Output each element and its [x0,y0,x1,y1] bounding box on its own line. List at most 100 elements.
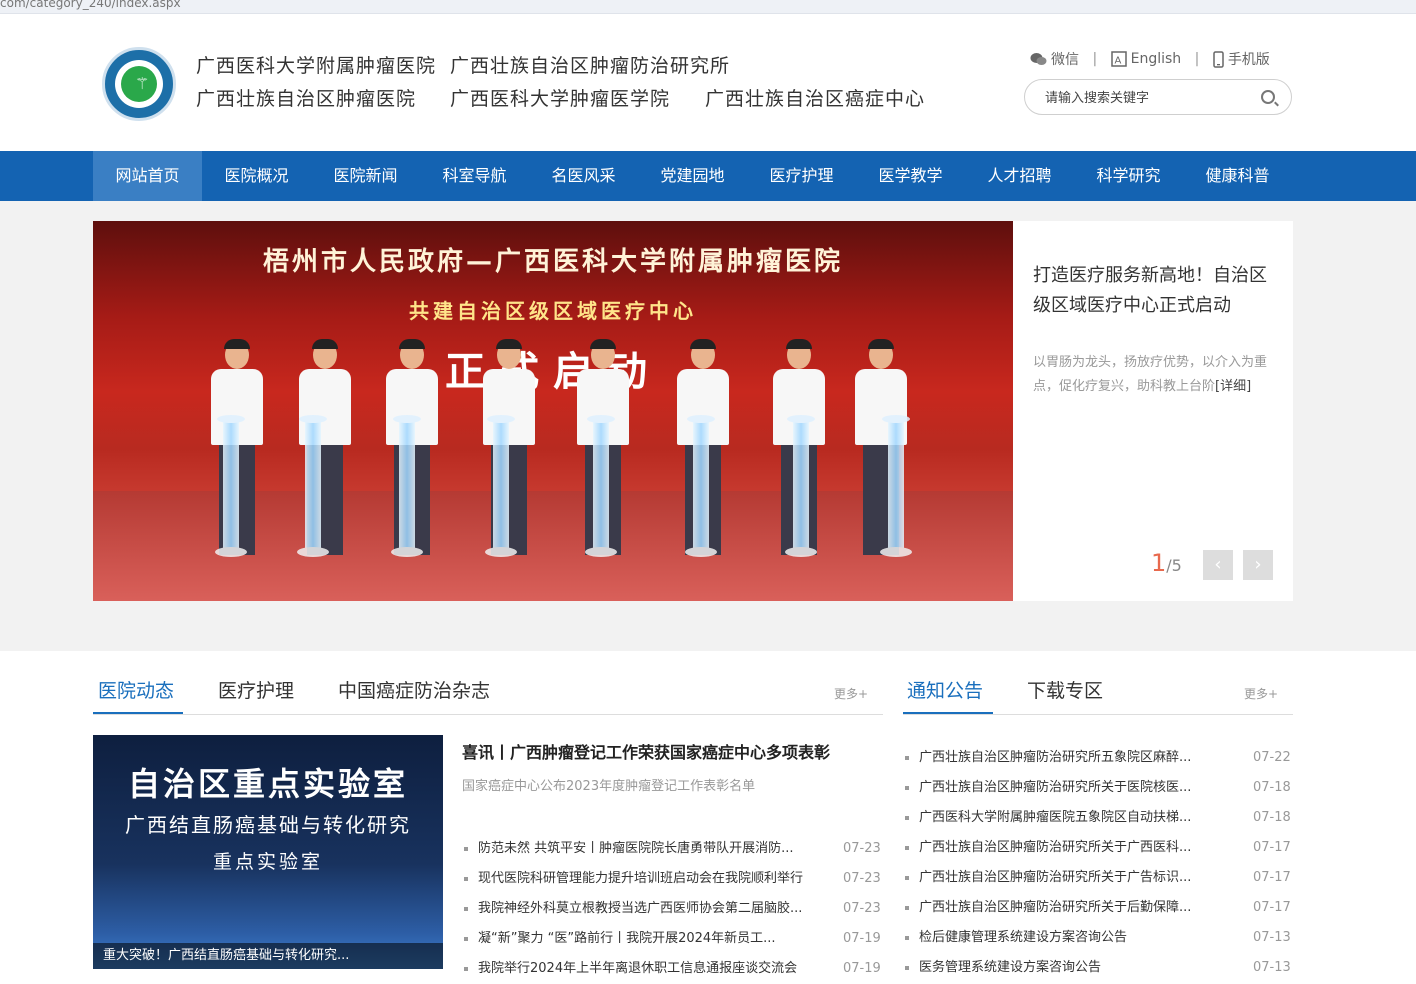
launch-pillar [785,415,817,557]
notice-more-link[interactable]: 更多+ [1244,685,1278,702]
launch-pillar [391,415,423,557]
nav-party[interactable]: 党建园地 [638,151,747,201]
slide-total: /5 [1166,556,1182,575]
tab-medical-care[interactable]: 医疗护理 [218,676,294,703]
nav-teaching[interactable]: 医学教学 [856,151,965,201]
header-tools: 微信 | A English | 手机版 [1030,49,1270,69]
active-tab-underline [903,712,993,714]
next-arrow-icon[interactable]: › [1243,550,1273,580]
notice-divider [903,714,1293,715]
mobile-link[interactable]: 手机版 [1213,49,1270,69]
launch-pillar [485,415,517,557]
tab-downloads[interactable]: 下载专区 [1027,676,1103,703]
translate-icon: A [1110,51,1127,67]
nav-health[interactable]: 健康科普 [1183,151,1292,201]
nav-recruit[interactable]: 人才招聘 [965,151,1074,201]
nav-home[interactable]: 网站首页 [93,151,202,201]
divider: | [1092,51,1098,67]
name-cancer-center: 广西壮族自治区癌症中心 [705,88,926,110]
list-item[interactable]: 检后健康管理系统建设方案咨询公告 07-13 [905,923,1295,953]
nav-care[interactable]: 医疗护理 [747,151,856,201]
list-item[interactable]: 广西壮族自治区肿瘤防治研究所关于医院核医... 07-18 [905,773,1295,803]
name-institute: 广西壮族自治区肿瘤防治研究所 [450,55,731,77]
list-item[interactable]: 我院神经外科莫立根教授当选广西医师协会第二届脑胶... 07-23 [464,894,884,924]
search-icon[interactable] [1261,90,1275,104]
logo-emblem: ⚚ [121,66,157,102]
slide-description: 以胃肠为龙头，扬放疗优势，以介入为重点，促化疗复兴，助科教上台阶[详细] [1033,351,1273,399]
list-item[interactable]: 凝“新”聚力 “医”路前行丨我院开展2024年新员工... 07-19 [464,924,884,954]
search-input[interactable] [1045,88,1245,108]
bullet [905,846,909,850]
nav-departments[interactable]: 科室导航 [420,151,529,201]
nav-research[interactable]: 科学研究 [1074,151,1183,201]
feature-caption[interactable]: 重大突破！广西结直肠癌基础与转化研究... [93,943,443,969]
wechat-icon [1030,53,1047,65]
name-tumor-hospital: 广西壮族自治区肿瘤医院 [196,88,417,110]
english-link[interactable]: A English [1110,51,1181,67]
list-item[interactable]: 广西壮族自治区肿瘤防治研究所关于广西医科... 07-17 [905,833,1295,863]
list-item[interactable]: 现代医院科研管理能力提升培训班启动会在我院顺利举行 07-23 [464,864,884,894]
tab-hospital-news[interactable]: 医院动态 [98,676,174,703]
active-tab-underline [93,712,183,714]
divider: | [1194,51,1200,67]
name-hospital: 广西医科大学附属肿瘤医院 [196,55,437,77]
tab-notices[interactable]: 通知公告 [907,676,983,703]
news-feature-image[interactable]: 自治区重点实验室 广西结直肠癌基础与转化研究 重点实验室 重大突破！广西结直肠癌… [93,735,443,969]
bullet [464,907,468,911]
phone-icon [1213,50,1224,68]
news-more-link[interactable]: 更多+ [834,685,868,702]
slider-image[interactable]: 梧州市人民政府—广西医科大学附属肿瘤医院 共建自治区级区域医疗中心 正式启动 [93,221,1013,601]
main-nav: 网站首页 医院概况 医院新闻 科室导航 名医风采 党建园地 医疗护理 医学教学 … [0,151,1416,201]
list-item[interactable]: 广西壮族自治区肿瘤防治研究所关于后勤保障... 07-17 [905,893,1295,923]
bullet [464,967,468,971]
feature-line3: 重点实验室 [212,851,323,873]
hospital-logo[interactable]: ⚚ [102,47,176,121]
nav-news[interactable]: 医院新闻 [311,151,420,201]
nav-about[interactable]: 医院概况 [202,151,311,201]
mobile-label: 手机版 [1227,52,1270,68]
list-item[interactable]: 广西壮族自治区肿瘤防治研究所关于广告标识... 07-17 [905,863,1295,893]
bullet [905,906,909,910]
slide-current: 1 [1151,549,1167,577]
launch-pillar [880,415,912,557]
wechat-link[interactable]: 微信 [1030,49,1079,69]
svg-text:A: A [1114,56,1121,67]
bullet [905,756,909,760]
slide-title[interactable]: 打造医疗服务新高地！自治区级区域医疗中心正式启动 [1033,261,1278,321]
browser-url-bar[interactable]: com/category_240/index.aspx [0,0,1416,14]
bullet [905,966,909,970]
bullet [464,847,468,851]
feature-line1: 自治区重点实验室 [127,765,408,803]
tab-journal[interactable]: 中国癌症防治杂志 [338,676,490,703]
nav-doctors[interactable]: 名医风采 [529,151,638,201]
bullet [905,786,909,790]
prev-arrow-icon[interactable]: ‹ [1203,550,1233,580]
bullet [464,877,468,881]
bullet [905,816,909,820]
bullet [464,937,468,941]
slide-line2: 共建自治区级区域医疗中心 [409,299,697,323]
wechat-label: 微信 [1051,52,1079,68]
url-text: com/category_240/index.aspx [0,0,181,10]
list-item[interactable]: 广西医科大学附属肿瘤医院五象院区自动扶梯... 07-18 [905,803,1295,833]
tree-icon: ⚚ [135,74,150,93]
slider-caption-panel: 打造医疗服务新高地！自治区级区域医疗中心正式启动 以胃肠为龙头，扬放疗优势，以介… [1013,221,1293,601]
bullet [905,936,909,940]
launch-pillar [585,415,617,557]
list-item[interactable]: 我院举行2024年上半年离退休职工信息通报座谈交流会 07-19 [464,954,884,984]
bullet [905,876,909,880]
news-divider [93,714,883,715]
list-item[interactable]: 医务管理系统建设方案咨询公告 07-13 [905,953,1295,983]
slide-pager: 1/5 [1151,549,1182,577]
search-box [1024,79,1292,115]
list-item[interactable]: 广西壮族自治区肿瘤防治研究所五象院区麻醉... 07-22 [905,743,1295,773]
logo-ring: ⚚ [115,60,163,108]
list-item[interactable]: 防范未然 共筑平安丨肿瘤医院院长唐勇带队开展消防... 07-23 [464,834,884,864]
launch-pillar [215,415,247,557]
headline-summary: 国家癌症中心公布2023年度肿瘤登记工作表彰名单 [462,779,756,794]
site-header: ⚚ 广西医科大学附属肿瘤医院 广西壮族自治区肿瘤防治研究所 广西壮族自治区肿瘤医… [0,21,1416,151]
detail-link[interactable]: [详细] [1215,379,1251,394]
headline-news[interactable]: 喜讯丨广西肿瘤登记工作荣获国家癌症中心多项表彰 [462,739,830,763]
feature-line2: 广西结直肠癌基础与转化研究 [125,813,411,837]
launch-pillar [297,415,329,557]
